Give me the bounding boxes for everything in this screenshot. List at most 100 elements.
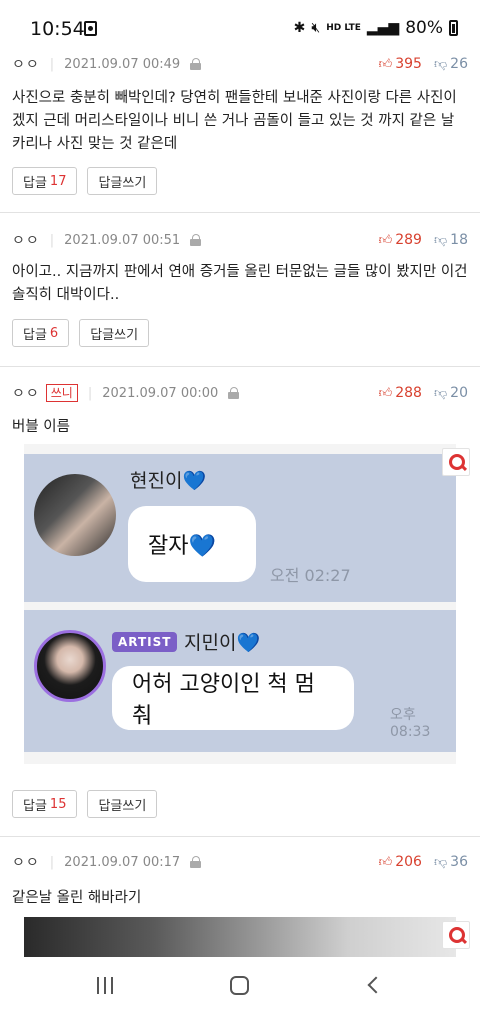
write-reply-label: 답글쓰기 bbox=[90, 327, 139, 343]
comment-votes: 👍︎ 289 👎︎ 18 bbox=[379, 229, 468, 251]
comment: ㅇㅇ 쓰니 | 2021.09.07 00:00 👍︎ 288 👎︎ 20 버블 이… bbox=[0, 382, 480, 832]
downvote-button[interactable]: 👎︎ 18 bbox=[434, 232, 468, 248]
write-reply-button[interactable]: 답글쓰기 bbox=[87, 790, 158, 818]
comment-text: 아이고.. 지금까지 판에서 연애 증거들 올린 터문없는 글들 많이 봤지만 … bbox=[12, 264, 468, 303]
zoom-icon[interactable] bbox=[442, 448, 470, 476]
avatar bbox=[34, 630, 106, 702]
write-reply-button[interactable]: 답글쓰기 bbox=[79, 319, 150, 347]
comment-meta: ㅇㅇ | 2021.09.07 00:49 bbox=[12, 53, 202, 75]
comment-date: 2021.09.07 00:51 bbox=[64, 232, 181, 248]
comment-text: 버블 이름 bbox=[12, 419, 70, 435]
comment-meta: ㅇㅇ | 2021.09.07 00:51 bbox=[12, 229, 202, 251]
home-button[interactable] bbox=[230, 976, 249, 995]
status-icons: ✱ 🔇︎ HD LTE ▂▄▆ 80% bbox=[294, 18, 458, 38]
bluetooth-icon: ✱ bbox=[293, 20, 306, 36]
sender-name-text: 지민이 bbox=[184, 632, 237, 654]
back-button[interactable] bbox=[367, 976, 385, 994]
navigation-bar bbox=[0, 957, 480, 1013]
sender-name: 지민이💙 bbox=[184, 628, 260, 655]
meta-divider: | bbox=[87, 385, 93, 401]
comment-text: 사진으로 충분히 빼박인데? 당연히 팬들한테 보내준 사진이랑 다른 사진이겠… bbox=[12, 90, 457, 152]
chat-message-bottom: ARTIST 지민이💙 어허 고양이인 척 멈춰 오후 08:33 bbox=[24, 610, 456, 752]
network-indicator: HD LTE bbox=[326, 22, 361, 33]
report-icon[interactable] bbox=[190, 58, 202, 70]
zoom-icon[interactable] bbox=[442, 921, 470, 949]
signal-icon: ▂▄▆ bbox=[366, 20, 400, 36]
reply-count: 6 bbox=[49, 325, 59, 341]
write-reply-button[interactable]: 답글쓰기 bbox=[87, 167, 158, 195]
attached-image[interactable] bbox=[24, 917, 470, 957]
comment-actions: 답글 6 답글쓰기 bbox=[12, 319, 150, 347]
comment: ㅇㅇ | 2021.09.07 00:51 👍︎ 289 👎︎ 18 아이고.. 지… bbox=[0, 229, 480, 369]
thumbs-up-icon: 👍︎ bbox=[378, 385, 393, 401]
write-reply-label: 답글쓰기 bbox=[98, 175, 147, 191]
chat-message-top: 현진이💙 잘자💙 오전 02:27 bbox=[24, 454, 456, 602]
reply-label: 답글 bbox=[23, 327, 47, 343]
heart-icon: 💙 bbox=[182, 470, 207, 492]
sender-name-text: 현진이 bbox=[130, 470, 183, 492]
artist-badge: ARTIST bbox=[112, 632, 178, 652]
sender-name: 현진이💙 bbox=[130, 466, 206, 493]
upvote-count: 288 bbox=[395, 385, 422, 401]
comment-divider bbox=[0, 366, 480, 367]
thumbs-down-icon: 👎︎ bbox=[433, 385, 448, 401]
comment-divider bbox=[0, 836, 480, 837]
battery-icon bbox=[449, 20, 458, 36]
reply-label: 답글 bbox=[23, 175, 47, 191]
comment-nickname[interactable]: ㅇㅇ bbox=[12, 54, 40, 74]
comment-votes: 👍︎ 395 👎︎ 26 bbox=[379, 53, 468, 75]
status-bar: 10:54 ✱ 🔇︎ HD LTE ▂▄▆ 80% bbox=[0, 0, 480, 56]
notification-icon bbox=[84, 21, 97, 36]
report-icon[interactable] bbox=[190, 856, 202, 868]
thumbs-down-icon: 👎︎ bbox=[433, 854, 448, 870]
downvote-count: 36 bbox=[450, 854, 468, 870]
comment: ㅇㅇ | 2021.09.07 00:49 👍︎ 395 👎︎ 26 사진으로 충분… bbox=[0, 53, 480, 213]
heart-icon: 💙 bbox=[236, 632, 261, 654]
thumbs-down-icon: 👎︎ bbox=[433, 56, 448, 72]
downvote-button[interactable]: 👎︎ 36 bbox=[434, 854, 468, 870]
comment-divider bbox=[0, 212, 480, 213]
reply-count: 17 bbox=[49, 173, 67, 189]
attached-image[interactable]: 현진이💙 잘자💙 오전 02:27 ARTIST 지민이💙 어허 고양이인 척 … bbox=[24, 444, 470, 764]
upvote-button[interactable]: 👍︎ 288 bbox=[379, 385, 422, 401]
reply-label: 답글 bbox=[23, 798, 47, 814]
comment-text: 같은날 올린 해바라기 bbox=[12, 890, 142, 906]
message-time: 오후 08:33 bbox=[390, 707, 431, 740]
reply-count: 15 bbox=[49, 796, 67, 812]
thumbs-up-icon: 👍︎ bbox=[378, 56, 393, 72]
downvote-count: 20 bbox=[450, 385, 468, 401]
meta-divider: | bbox=[49, 232, 55, 248]
comment-nickname[interactable]: ㅇㅇ bbox=[12, 852, 40, 872]
upvote-button[interactable]: 👍︎ 289 bbox=[379, 232, 422, 248]
reply-button[interactable]: 답글 6 bbox=[12, 319, 70, 347]
reply-button[interactable]: 답글 17 bbox=[12, 167, 78, 195]
upvote-count: 395 bbox=[395, 56, 422, 72]
thumbs-down-icon: 👎︎ bbox=[433, 232, 448, 248]
message-time: 오전 02:27 bbox=[270, 566, 351, 585]
upvote-count: 206 bbox=[395, 854, 422, 870]
upvote-button[interactable]: 👍︎ 395 bbox=[379, 56, 422, 72]
thumbs-up-icon: 👍︎ bbox=[378, 854, 393, 870]
downvote-button[interactable]: 👎︎ 26 bbox=[434, 56, 468, 72]
comment: ㅇㅇ | 2021.09.07 00:17 👍︎ 206 👎︎ 36 같은날 올린 … bbox=[0, 851, 480, 957]
comment-votes: 👍︎ 288 👎︎ 20 bbox=[379, 382, 468, 404]
write-reply-label: 답글쓰기 bbox=[98, 798, 147, 814]
message-bubble: 어허 고양이인 척 멈춰 bbox=[112, 666, 354, 730]
comment-nickname[interactable]: ㅇㅇ bbox=[12, 383, 40, 403]
comment-actions: 답글 15 답글쓰기 bbox=[12, 790, 158, 818]
status-time: 10:54 bbox=[30, 18, 85, 40]
author-badge: 쓰니 bbox=[45, 384, 78, 402]
downvote-button[interactable]: 👎︎ 20 bbox=[434, 385, 468, 401]
upvote-button[interactable]: 👍︎ 206 bbox=[379, 854, 422, 870]
upvote-count: 289 bbox=[395, 232, 422, 248]
downvote-count: 26 bbox=[450, 56, 468, 72]
comment-nickname[interactable]: ㅇㅇ bbox=[12, 230, 40, 250]
report-icon[interactable] bbox=[228, 387, 240, 399]
report-icon[interactable] bbox=[190, 234, 202, 246]
comment-date: 2021.09.07 00:00 bbox=[102, 385, 219, 401]
downvote-count: 18 bbox=[450, 232, 468, 248]
comment-date: 2021.09.07 00:17 bbox=[64, 854, 181, 870]
recents-button[interactable] bbox=[97, 977, 113, 994]
reply-button[interactable]: 답글 15 bbox=[12, 790, 78, 818]
comment-votes: 👍︎ 206 👎︎ 36 bbox=[379, 851, 468, 873]
